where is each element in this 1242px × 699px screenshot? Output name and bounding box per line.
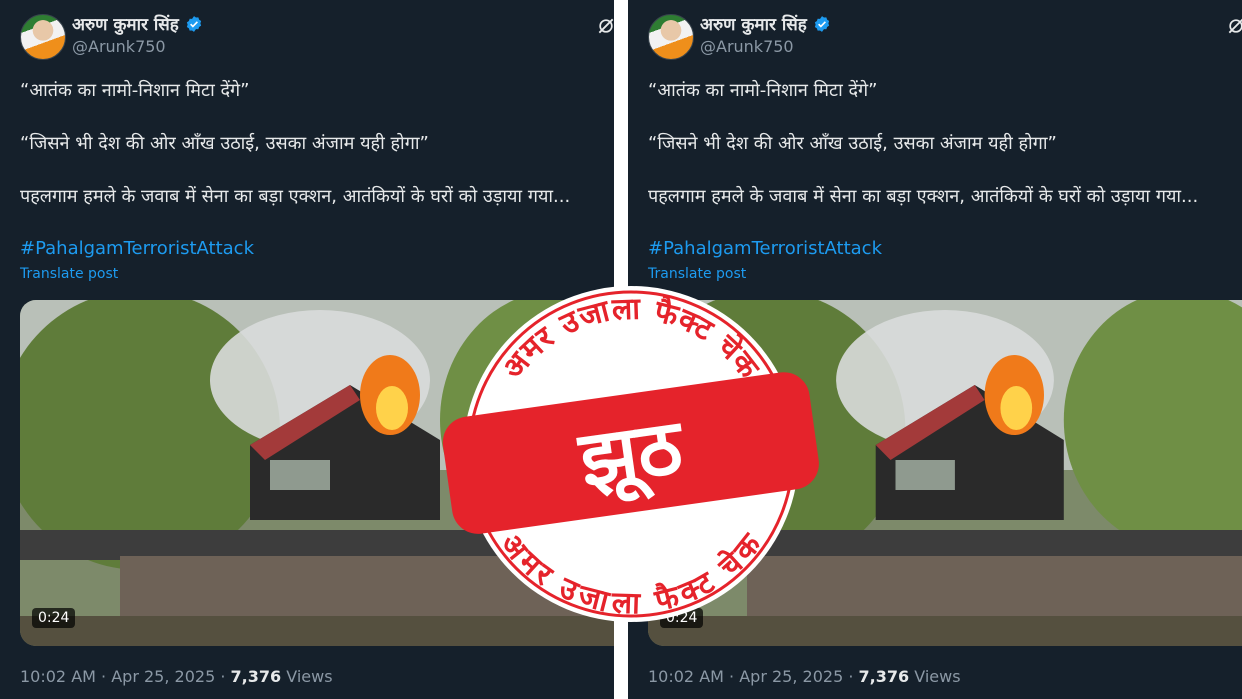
- meta-separator: ·: [729, 667, 735, 686]
- grok-icon[interactable]: [596, 16, 614, 36]
- meta-separator: ·: [220, 667, 226, 686]
- translate-post-link[interactable]: Translate post: [20, 266, 118, 282]
- tweet-time[interactable]: 10:02 AM: [20, 667, 96, 686]
- hashtag-link[interactable]: #PahalgamTerroristAttack: [648, 238, 882, 259]
- avatar[interactable]: [20, 14, 66, 60]
- tweet-text-line-2: “जिसने भी देश की ओर आँख उठाई, उसका अंजाम…: [648, 133, 1057, 154]
- tweet-date[interactable]: Apr 25, 2025: [111, 667, 215, 686]
- author-handle[interactable]: @Arunk750: [72, 37, 166, 56]
- hashtag-link[interactable]: #PahalgamTerroristAttack: [20, 238, 254, 259]
- tweet-meta: 10:02 AM · Apr 25, 2025 · 7,376 Views: [20, 667, 333, 686]
- tweet-time[interactable]: 10:02 AM: [648, 667, 724, 686]
- tweet-text-line-3: पहलगाम हमले के जवाब में सेना का बड़ा एक्…: [20, 186, 571, 207]
- views-count: 7,376: [858, 667, 910, 686]
- avatar[interactable]: [648, 14, 694, 60]
- views-label: Views: [914, 667, 961, 686]
- tweet-text-line-2: “जिसने भी देश की ओर आँख उठाई, उसका अंजाम…: [20, 133, 429, 154]
- meta-separator: ·: [848, 667, 854, 686]
- author-row: अरुण कुमार सिंह: [72, 12, 203, 35]
- verified-badge-icon: [814, 15, 829, 32]
- fact-check-stamp: अमर उजाला फैक्ट चेक अमर उजाला फैक्ट चेक …: [442, 286, 819, 622]
- grok-icon[interactable]: [1226, 16, 1242, 36]
- views-count: 7,376: [230, 667, 282, 686]
- verified-badge-icon: [186, 15, 201, 32]
- tweet-text-line-3: पहलगाम हमले के जवाब में सेना का बड़ा एक्…: [648, 186, 1199, 207]
- author-name[interactable]: अरुण कुमार सिंह: [72, 12, 179, 35]
- video-duration: 0:24: [32, 608, 76, 628]
- author-row: अरुण कुमार सिंह: [700, 12, 831, 35]
- views-label: Views: [286, 667, 333, 686]
- tweet-date[interactable]: Apr 25, 2025: [739, 667, 843, 686]
- tweet-text-line-1: “आतंक का नामो-निशान मिटा देंगे”: [648, 80, 878, 101]
- tweet-meta: 10:02 AM · Apr 25, 2025 · 7,376 Views: [648, 667, 961, 686]
- author-name[interactable]: अरुण कुमार सिंह: [700, 12, 807, 35]
- author-handle[interactable]: @Arunk750: [700, 37, 794, 56]
- tweet-text-line-1: “आतंक का नामो-निशान मिटा देंगे”: [20, 80, 250, 101]
- meta-separator: ·: [101, 667, 107, 686]
